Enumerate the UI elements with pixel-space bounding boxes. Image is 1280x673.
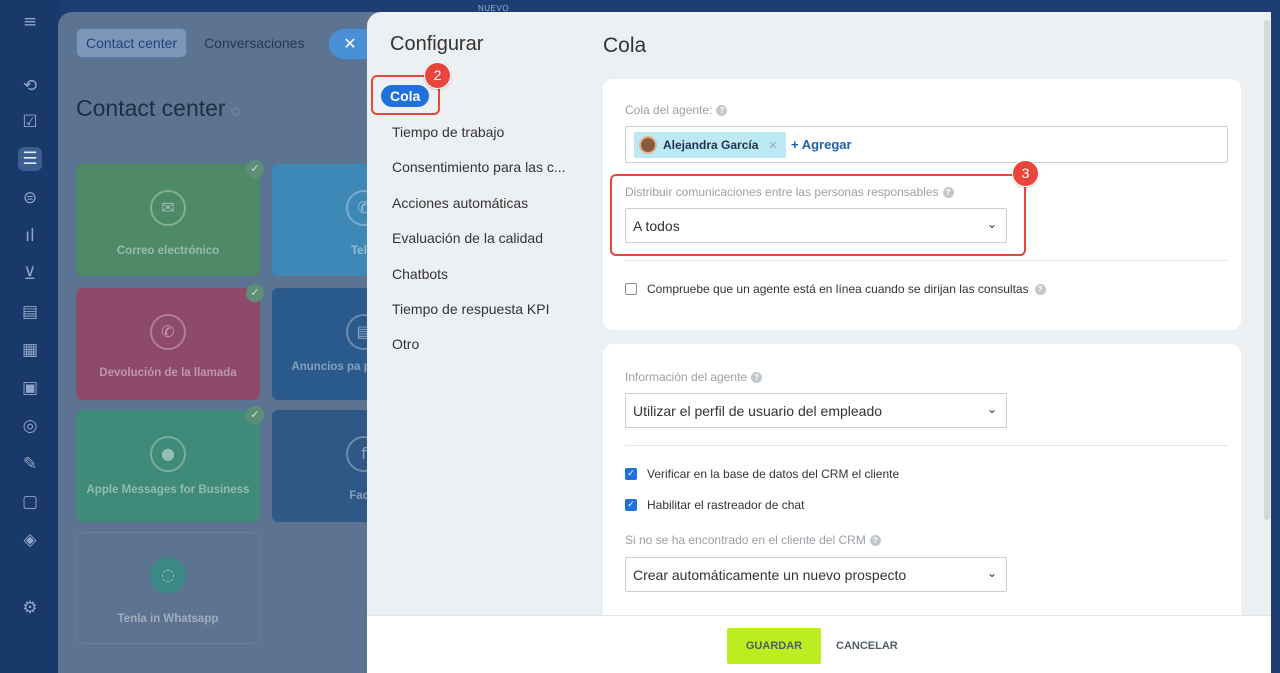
chat-icon: ● <box>150 436 186 472</box>
chat-tracker-label: Habilitar el rastreador de chat <box>647 498 805 512</box>
feed-icon[interactable]: ⟲ <box>18 74 42 98</box>
nav-item-cola[interactable]: Cola <box>381 85 430 107</box>
footer-bar: GUARDAR CANCELAR <box>367 615 1271 673</box>
contact-center-icon[interactable]: ☰ <box>18 147 42 171</box>
agent-info-select[interactable]: Utilizar el perfil de usuario del emplea… <box>625 393 1007 428</box>
tasks-icon[interactable]: ☑ <box>18 110 42 134</box>
agent-info-label: Información del agente? <box>625 370 763 384</box>
tile-label: Apple Messages for Business <box>86 484 250 496</box>
tile-whatsapp[interactable]: ◌ Tenla in Whatsapp <box>76 532 260 644</box>
cancel-button[interactable]: CANCELAR <box>836 628 898 664</box>
agent-info-label-text: Información del agente <box>625 370 748 384</box>
queue-card: Cola del agente:? Alejandra García ✕ + A… <box>603 79 1241 330</box>
not-found-label: Si no se ha encontrado en el cliente del… <box>625 533 881 547</box>
check-online-row[interactable]: Compruebe que un agente está en línea cu… <box>625 282 1046 296</box>
verify-crm-label: Verificar en la base de datos del CRM el… <box>647 467 900 481</box>
mail-icon: ✉ <box>150 190 186 226</box>
documents-icon[interactable]: ▢ <box>18 490 42 514</box>
chevron-down-icon: ⌄ <box>986 402 997 416</box>
nav-item-evaluacion-calidad[interactable]: Evaluación de la calidad <box>392 230 543 246</box>
distribute-select[interactable]: A todos ⌄ <box>625 208 1007 243</box>
sign-icon[interactable]: ✎ <box>18 452 42 476</box>
pin-icon[interactable]: ✩ <box>230 103 242 119</box>
nav-item-tiempo-de-trabajo[interactable]: Tiempo de trabajo <box>392 124 504 140</box>
connected-check-icon: ✓ <box>246 284 264 302</box>
market-icon[interactable]: ◈ <box>18 528 42 552</box>
distribute-select-value: A todos <box>633 218 680 234</box>
left-rail: ≡ ⟲ ☑ ☰ ⊜ ıl ⊻ ▤ ▦ ▣ ◎ ✎ ▢ ◈ ⚙ <box>0 0 60 673</box>
not-found-select-value: Crear automáticamente un nuevo prospecto <box>633 567 907 583</box>
tab-contact-center[interactable]: Contact center <box>76 28 188 58</box>
agent-queue-label-text: Cola del agente: <box>625 103 713 117</box>
background-tabs: Contact center Conversaciones E <box>76 28 349 58</box>
settings-slider: Configurar Cola 2 Tiempo de trabajo Cons… <box>367 12 1271 673</box>
connected-check-icon: ✓ <box>246 160 264 178</box>
close-slider-button[interactable]: ✕ <box>329 29 369 59</box>
nav-item-tiempo-respuesta-kpi[interactable]: Tiempo de respuesta KPI <box>392 301 549 317</box>
save-button[interactable]: GUARDAR <box>727 628 821 664</box>
target-icon[interactable]: ◎ <box>18 414 42 438</box>
tile-apple-messages[interactable]: ✓ ● Apple Messages for Business <box>76 406 264 522</box>
help-icon[interactable]: ? <box>869 535 881 547</box>
divider <box>625 445 1228 446</box>
verify-crm-row[interactable]: ✓ Verificar en la base de datos del CRM … <box>625 467 899 481</box>
remove-chip-icon[interactable]: ✕ <box>768 139 777 152</box>
close-icon: ✕ <box>343 34 357 53</box>
whatsapp-icon: ◌ <box>150 557 186 593</box>
not-found-label-text: Si no se ha encontrado en el cliente del… <box>625 533 866 547</box>
cart-icon[interactable]: ⊻ <box>18 262 42 286</box>
tile-label: Devolución de la llamada <box>99 367 237 379</box>
check-online-checkbox[interactable] <box>625 283 637 295</box>
menu-icon[interactable]: ≡ <box>18 10 42 34</box>
agent-queue-label: Cola del agente:? <box>625 103 728 117</box>
connected-check-icon: ✓ <box>246 406 264 424</box>
tile-label: Tenla in Whatsapp <box>117 613 219 625</box>
avatar <box>639 136 657 154</box>
background-title-text: Contact center <box>76 95 226 121</box>
help-icon[interactable]: ? <box>1034 283 1046 295</box>
help-icon[interactable]: ? <box>751 372 763 384</box>
nav-item-chatbots[interactable]: Chatbots <box>392 266 448 282</box>
tile-email[interactable]: ✓ ✉ Correo electrónico <box>76 160 264 276</box>
step-badge-3: 3 <box>1012 160 1039 187</box>
help-icon[interactable]: ? <box>942 187 954 199</box>
distribute-label-text: Distribuir comunicaciones entre las pers… <box>625 185 939 199</box>
chat-tracker-checkbox[interactable]: ✓ <box>625 499 637 511</box>
check-online-label: Compruebe que un agente está en línea cu… <box>647 282 1029 296</box>
agent-info-card: Información del agente? Utilizar el perf… <box>603 344 1241 634</box>
callback-icon: ✆ <box>150 314 186 350</box>
scrollbar[interactable] <box>1264 20 1270 520</box>
help-icon[interactable]: ? <box>716 105 728 117</box>
page-title: Cola <box>603 34 647 57</box>
agent-queue-field[interactable]: Alejandra García ✕ + Agregar <box>625 126 1228 163</box>
inventory-icon[interactable]: ▣ <box>18 376 42 400</box>
nav-item-consentimiento[interactable]: Consentimiento para las c... <box>392 159 566 175</box>
divider <box>625 260 1228 261</box>
tile-label: Correo electrónico <box>116 245 220 257</box>
analytics-icon[interactable]: ıl <box>18 224 42 248</box>
agent-info-select-value: Utilizar el perfil de usuario del emplea… <box>633 403 883 419</box>
background-title: Contact center ✩ <box>76 95 241 122</box>
nav-item-otro[interactable]: Otro <box>392 336 419 352</box>
add-agent-link[interactable]: + Agregar <box>791 137 852 152</box>
chevron-down-icon: ⌄ <box>986 566 997 580</box>
distribute-label: Distribuir comunicaciones entre las pers… <box>625 185 954 199</box>
settings-icon[interactable]: ⚙ <box>18 596 42 620</box>
step-badge-2: 2 <box>424 62 451 89</box>
not-found-select[interactable]: Crear automáticamente un nuevo prospecto… <box>625 557 1007 592</box>
agent-chip-name: Alejandra García <box>663 138 759 152</box>
nav-item-acciones-automaticas[interactable]: Acciones automáticas <box>392 195 528 211</box>
tab-conversaciones[interactable]: Conversaciones <box>195 29 313 57</box>
nav-title: Configurar <box>390 33 484 55</box>
contact-center-background: Contact center Conversaciones E Contact … <box>58 12 388 673</box>
robot-icon[interactable]: ⊜ <box>18 186 42 210</box>
chat-tracker-row[interactable]: ✓ Habilitar el rastreador de chat <box>625 498 804 512</box>
calendar-icon[interactable]: ▦ <box>18 338 42 362</box>
agent-chip[interactable]: Alejandra García ✕ <box>634 132 786 158</box>
verify-crm-checkbox[interactable]: ✓ <box>625 468 637 480</box>
chevron-down-icon: ⌄ <box>986 217 997 231</box>
tile-callback[interactable]: ✓ ✆ Devolución de la llamada <box>76 284 264 400</box>
crm-icon[interactable]: ▤ <box>18 300 42 324</box>
